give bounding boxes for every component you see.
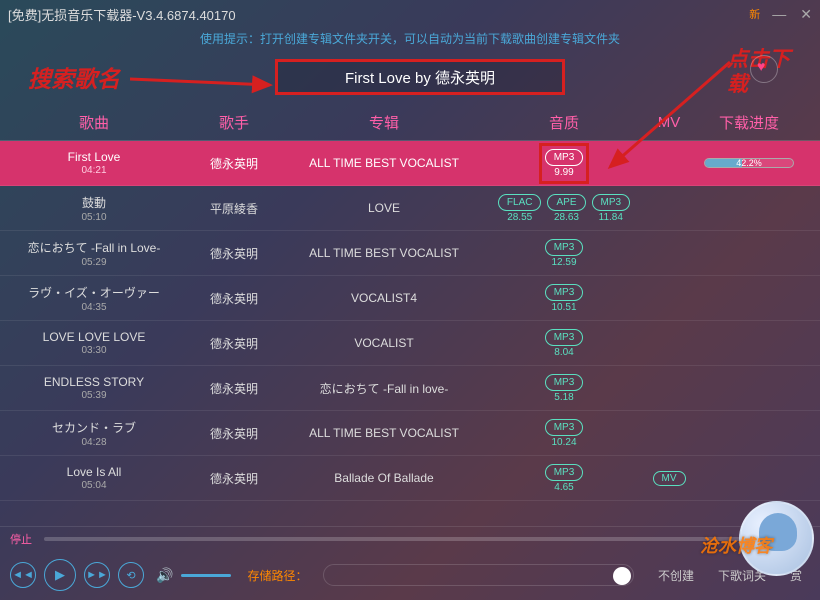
close-button[interactable]: ✕	[800, 6, 812, 23]
footer: 停止 00:00/00:00 ◄◄ ▶ ►► ⟲ 🔊 存储路径： 不创建 下歌词…	[0, 526, 820, 600]
header-album[interactable]: 专辑	[284, 112, 484, 133]
quality-badge[interactable]: MP311.84	[592, 194, 631, 223]
song-duration: 05:29	[81, 257, 106, 268]
quality-badge[interactable]: MP310.51	[545, 284, 584, 313]
quality-badge[interactable]: MP312.59	[545, 239, 584, 268]
song-album: ALL TIME BEST VOCALIST	[284, 426, 484, 440]
volume-slider[interactable]	[181, 574, 231, 577]
mv-badge[interactable]: MV	[653, 471, 686, 486]
quality-badge[interactable]: MP39.99	[545, 149, 584, 178]
quality-badge[interactable]: FLAC28.55	[498, 194, 542, 223]
storage-path-input[interactable]	[323, 564, 634, 586]
song-list: First Love04:21 德永英明 ALL TIME BEST VOCAL…	[0, 141, 820, 501]
song-duration: 04:21	[81, 165, 106, 176]
header-progress[interactable]: 下载进度	[694, 112, 804, 133]
quality-badge[interactable]: MP34.65	[545, 464, 584, 493]
song-album: Ballade Of Ballade	[284, 471, 484, 485]
watermark: 沧水博客	[700, 532, 772, 558]
table-row[interactable]: ENDLESS STORY05:39 德永英明 恋におちて -Fall in l…	[0, 366, 820, 411]
window-title: [免费]无损音乐下载器-V3.4.6874.40170	[8, 5, 749, 24]
path-toggle[interactable]	[613, 567, 631, 585]
app-window: [免费]无损音乐下载器-V3.4.6874.40170 新 — ✕ 使用提示：打…	[0, 0, 820, 600]
download-progress: 42.2%	[704, 158, 794, 168]
song-artist: 德永英明	[184, 425, 284, 442]
prev-button[interactable]: ◄◄	[10, 562, 36, 588]
quality-badge[interactable]: APE28.63	[547, 194, 585, 223]
shuffle-button[interactable]: ⟲	[118, 562, 144, 588]
table-row[interactable]: LOVE LOVE LOVE03:30 德永英明 VOCALIST MP38.0…	[0, 321, 820, 366]
search-input[interactable]: First Love by 德永英明	[275, 59, 565, 95]
quality-badge[interactable]: MP310.24	[545, 419, 584, 448]
favorite-button[interactable]	[750, 55, 778, 83]
no-create-button[interactable]: 不创建	[650, 567, 702, 584]
song-title: ENDLESS STORY	[44, 375, 144, 389]
song-duration: 03:30	[81, 345, 106, 356]
annotation-search-label: 搜索歌名	[28, 60, 120, 94]
quality-badge[interactable]: MP35.18	[545, 374, 584, 403]
song-title: ラヴ・イズ・オーヴァー	[28, 284, 160, 301]
header-quality[interactable]: 音质	[484, 112, 644, 133]
volume-icon[interactable]: 🔊	[156, 567, 173, 584]
song-artist: 德永英明	[184, 380, 284, 397]
song-artist: 平原綾香	[184, 200, 284, 217]
table-header: 歌曲 歌手 专辑 音质 MV 下载进度	[0, 105, 820, 141]
usage-hint: 使用提示：打开创建专辑文件夹开关，可以自动为当前下载歌曲创建专辑文件夹	[0, 28, 820, 49]
song-title: LOVE LOVE LOVE	[43, 330, 146, 344]
table-row[interactable]: Love Is All05:04 德永英明 Ballade Of Ballade…	[0, 456, 820, 501]
song-duration: 05:39	[81, 390, 106, 401]
song-album: ALL TIME BEST VOCALIST	[284, 156, 484, 170]
play-button[interactable]: ▶	[44, 559, 76, 591]
table-row[interactable]: First Love04:21 德永英明 ALL TIME BEST VOCAL…	[0, 141, 820, 186]
next-button[interactable]: ►►	[84, 562, 110, 588]
song-album: 恋におちて -Fall in love-	[284, 380, 484, 397]
song-title: First Love	[68, 150, 121, 164]
header-song[interactable]: 歌曲	[4, 112, 184, 133]
song-duration: 05:10	[81, 212, 106, 223]
song-duration: 04:35	[81, 302, 106, 313]
song-title: 恋におちて -Fall in Love-	[28, 239, 161, 256]
song-artist: 德永英明	[184, 335, 284, 352]
song-album: LOVE	[284, 201, 484, 215]
quality-badge[interactable]: MP38.04	[545, 329, 584, 358]
table-row[interactable]: ラヴ・イズ・オーヴァー04:35 德永英明 VOCALIST4 MP310.51	[0, 276, 820, 321]
header-artist[interactable]: 歌手	[184, 112, 284, 133]
table-row[interactable]: セカンド・ラブ04:28 德永英明 ALL TIME BEST VOCALIST…	[0, 411, 820, 456]
minimize-button[interactable]: —	[772, 6, 786, 23]
song-album: VOCALIST	[284, 336, 484, 350]
song-artist: 德永英明	[184, 290, 284, 307]
path-label: 存储路径：	[247, 567, 307, 584]
song-artist: 德永英明	[184, 470, 284, 487]
table-row[interactable]: 恋におちて -Fall in Love-05:29 德永英明 ALL TIME …	[0, 231, 820, 276]
song-duration: 05:04	[81, 480, 106, 491]
song-title: Love Is All	[67, 465, 122, 479]
song-artist: 德永英明	[184, 245, 284, 262]
header-mv[interactable]: MV	[644, 114, 694, 131]
table-row[interactable]: 鼓動05:10 平原綾香 LOVE FLAC28.55APE28.63MP311…	[0, 186, 820, 231]
titlebar: [免费]无损音乐下载器-V3.4.6874.40170 新 — ✕	[0, 0, 820, 28]
song-album: ALL TIME BEST VOCALIST	[284, 246, 484, 260]
new-badge: 新	[749, 6, 760, 22]
song-artist: 德永英明	[184, 155, 284, 172]
song-duration: 04:28	[81, 437, 106, 448]
song-title: 鼓動	[82, 194, 106, 211]
playback-slider[interactable]	[44, 537, 740, 541]
song-album: VOCALIST4	[284, 291, 484, 305]
search-row: 搜索歌名 First Love by 德永英明 点击下载	[0, 49, 820, 105]
song-title: セカンド・ラブ	[52, 419, 136, 436]
stop-label[interactable]: 停止	[10, 531, 32, 547]
